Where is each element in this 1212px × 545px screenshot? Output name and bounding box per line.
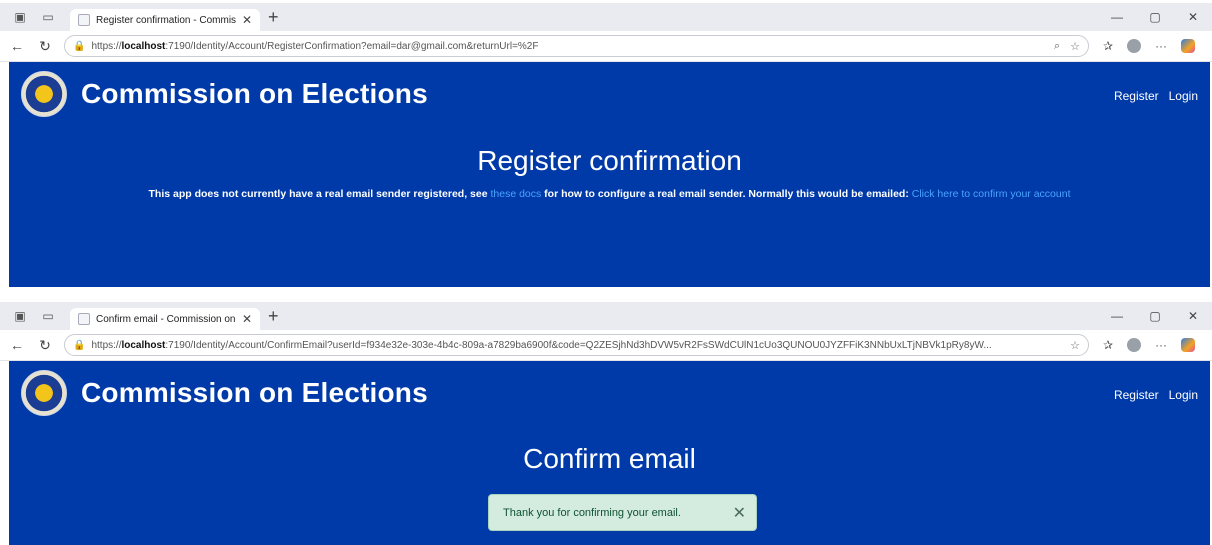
page-content: Commission on Elections Register Login R… bbox=[9, 62, 1210, 287]
star-icon[interactable]: ☆ bbox=[1070, 40, 1080, 53]
window-controls: — ▢ ✕ bbox=[1098, 3, 1212, 31]
url-actions: ⌕ ☆ bbox=[1054, 40, 1080, 53]
url-host: localhost bbox=[121, 339, 166, 351]
page-content: Commission on Elections Register Login C… bbox=[9, 361, 1210, 545]
back-arrow-icon[interactable]: ← bbox=[6, 337, 28, 353]
page-title: Confirm email bbox=[523, 443, 696, 474]
brand-name: Commission on Elections bbox=[81, 78, 428, 109]
url-path: :7190/Identity/Account/RegisterConfirmat… bbox=[165, 40, 539, 52]
url-field[interactable]: 🔒 https://localhost:7190/Identity/Accoun… bbox=[64, 334, 1089, 356]
tab-bar: ▣ ▭ Confirm email - Commission on E ✕ + … bbox=[0, 302, 1212, 330]
brand[interactable]: Commission on Elections bbox=[21, 370, 428, 416]
close-icon[interactable]: ✕ bbox=[733, 503, 746, 523]
alert-message: Thank you for confirming your email. bbox=[503, 506, 681, 519]
message-text: This app does not currently have a real … bbox=[148, 188, 491, 200]
read-aloud-icon[interactable]: ⌕ bbox=[1054, 40, 1060, 53]
more-icon[interactable]: ··· bbox=[1155, 39, 1167, 53]
tab-actions-icon[interactable]: ▣ bbox=[12, 308, 28, 324]
browser-tab[interactable]: Confirm email - Commission on E ✕ bbox=[70, 308, 260, 330]
top-nav: Register Login bbox=[1114, 388, 1198, 402]
minimize-icon[interactable]: — bbox=[1098, 309, 1136, 323]
url-prefix: https:// bbox=[91, 40, 122, 52]
url-path: :7190/Identity/Account/ConfirmEmail?user… bbox=[165, 339, 992, 351]
new-tab-icon[interactable]: + bbox=[268, 307, 279, 325]
back-arrow-icon[interactable]: ← bbox=[6, 38, 28, 54]
minimize-icon[interactable]: — bbox=[1098, 10, 1136, 24]
close-window-icon[interactable]: ✕ bbox=[1174, 309, 1212, 323]
browser-window-confirm-email: ▣ ▭ Confirm email - Commission on E ✕ + … bbox=[0, 302, 1212, 545]
comelec-seal-logo bbox=[21, 370, 67, 416]
browser-tab[interactable]: Register confirmation - Commissi ✕ bbox=[70, 9, 260, 31]
top-nav: Register Login bbox=[1114, 89, 1198, 103]
message-text: for how to configure a real email sender… bbox=[541, 188, 912, 200]
confirmation-message: This app does not currently have a real … bbox=[109, 186, 1110, 202]
tab-title: Confirm email - Commission on E bbox=[96, 313, 236, 325]
register-link[interactable]: Register bbox=[1114, 89, 1159, 103]
login-link[interactable]: Login bbox=[1169, 89, 1198, 103]
vertical-tabs-icon[interactable]: ▭ bbox=[40, 308, 56, 324]
window-controls: — ▢ ✕ bbox=[1098, 302, 1212, 330]
tab-title: Register confirmation - Commissi bbox=[96, 14, 236, 26]
register-link[interactable]: Register bbox=[1114, 388, 1159, 402]
url-prefix: https:// bbox=[91, 339, 122, 351]
more-icon[interactable]: ··· bbox=[1155, 338, 1167, 352]
brand-name: Commission on Elections bbox=[81, 377, 428, 408]
profile-avatar[interactable] bbox=[1127, 338, 1142, 352]
new-tab-icon[interactable]: + bbox=[268, 8, 279, 26]
toolbar: ✰ ··· bbox=[1103, 338, 1196, 352]
lock-icon[interactable]: 🔒 bbox=[73, 41, 85, 52]
restore-icon[interactable]: ▢ bbox=[1136, 10, 1174, 24]
star-icon[interactable]: ☆ bbox=[1070, 339, 1080, 352]
favicon-icon bbox=[78, 313, 90, 325]
login-link[interactable]: Login bbox=[1169, 388, 1198, 402]
close-window-icon[interactable]: ✕ bbox=[1174, 10, 1212, 24]
brand[interactable]: Commission on Elections bbox=[21, 71, 428, 117]
toolbar: ✰ ··· bbox=[1103, 39, 1196, 53]
tab-bar: ▣ ▭ Register confirmation - Commissi ✕ +… bbox=[0, 3, 1212, 31]
url-field[interactable]: 🔒 https://localhost:7190/Identity/Accoun… bbox=[64, 35, 1089, 57]
favorites-icon[interactable]: ✰ bbox=[1103, 39, 1113, 53]
lock-icon[interactable]: 🔒 bbox=[73, 340, 85, 351]
page-title: Register confirmation bbox=[477, 145, 742, 176]
close-icon[interactable]: ✕ bbox=[242, 312, 252, 326]
success-alert: Thank you for confirming your email. ✕ bbox=[488, 494, 757, 531]
address-bar: ← ↻ 🔒 https://localhost:7190/Identity/Ac… bbox=[0, 330, 1212, 361]
copilot-icon[interactable] bbox=[1181, 338, 1196, 352]
refresh-icon[interactable]: ↻ bbox=[34, 38, 56, 55]
docs-link[interactable]: these docs bbox=[490, 188, 541, 200]
close-icon[interactable]: ✕ bbox=[242, 13, 252, 27]
comelec-seal-logo bbox=[21, 71, 67, 117]
refresh-icon[interactable]: ↻ bbox=[34, 337, 56, 354]
url-host: localhost bbox=[121, 40, 166, 52]
favorites-icon[interactable]: ✰ bbox=[1103, 338, 1113, 352]
restore-icon[interactable]: ▢ bbox=[1136, 309, 1174, 323]
copilot-icon[interactable] bbox=[1181, 39, 1196, 53]
vertical-tabs-icon[interactable]: ▭ bbox=[40, 9, 56, 25]
favicon-icon bbox=[78, 14, 90, 26]
address-bar: ← ↻ 🔒 https://localhost:7190/Identity/Ac… bbox=[0, 31, 1212, 62]
tab-actions-icon[interactable]: ▣ bbox=[12, 9, 28, 25]
profile-avatar[interactable] bbox=[1127, 39, 1142, 53]
url-actions: ☆ bbox=[1070, 339, 1080, 352]
confirm-account-link[interactable]: Click here to confirm your account bbox=[912, 188, 1071, 200]
browser-window-register-confirmation: ▣ ▭ Register confirmation - Commissi ✕ +… bbox=[0, 3, 1212, 287]
